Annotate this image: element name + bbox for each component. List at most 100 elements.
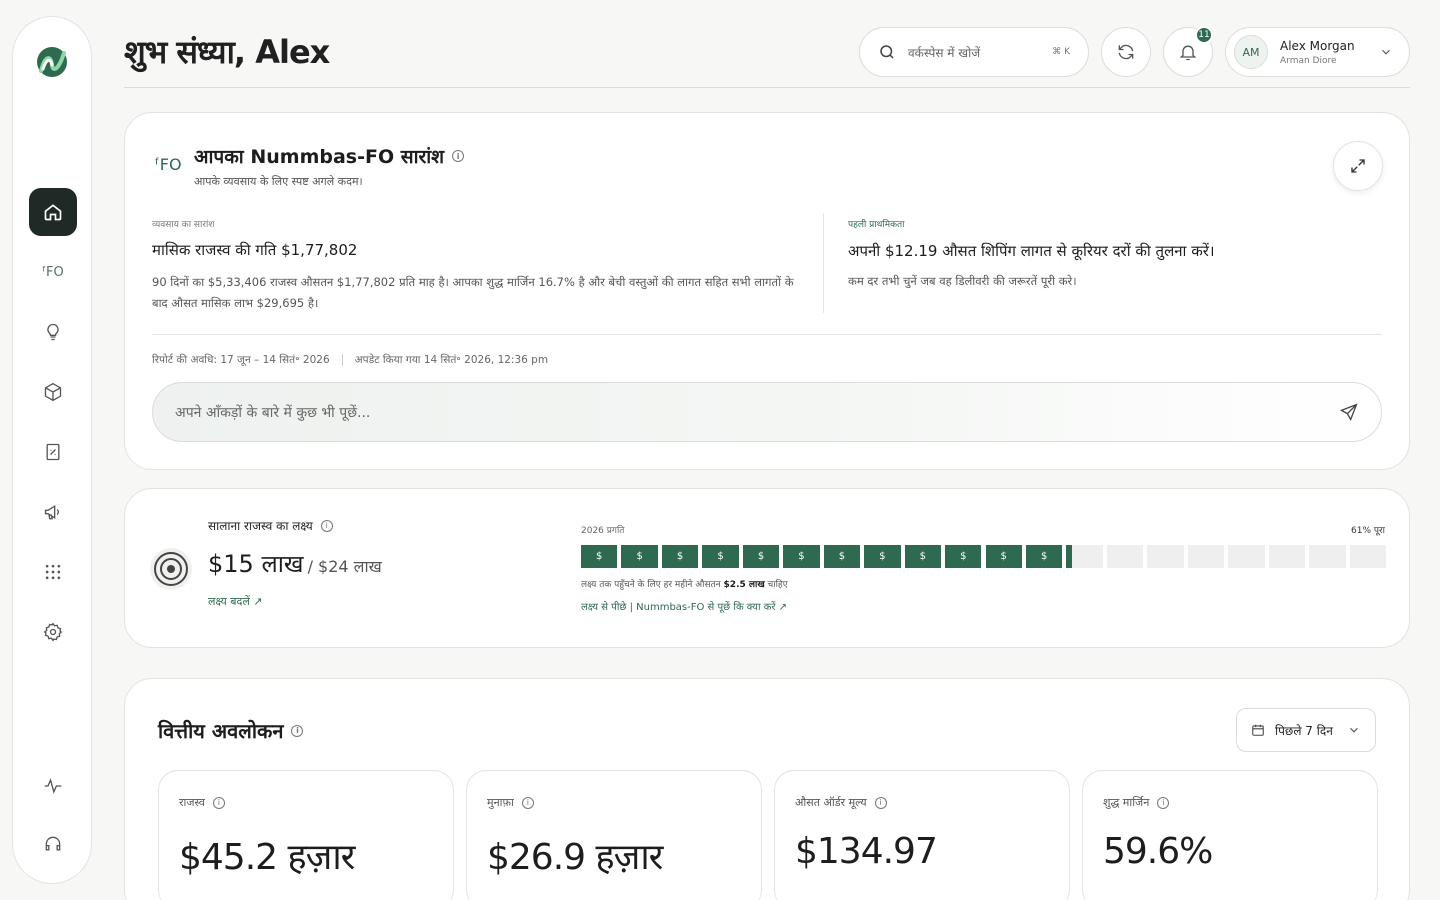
ask-fo-link[interactable]: लक्ष्य से पीछे | Nummbas-FO से पूछें कि … — [581, 599, 787, 613]
progress-note-prefix: लक्ष्य तक पहुँचने के लिए हर महीने औसतन — [581, 580, 724, 590]
kpi-value: $45.2 हज़ार — [179, 837, 355, 878]
sidebar-item-home[interactable] — [29, 188, 77, 236]
progress-percent: 61% पूरा — [1351, 526, 1385, 536]
kpi-card-profit[interactable]: मुनाफ़ा i $26.9 हज़ार — [466, 770, 762, 900]
user-org: Arman Diore — [1280, 55, 1337, 66]
search-box[interactable]: वर्कस्पेस में खोजें ⌘ K — [859, 27, 1089, 77]
expand-button[interactable] — [1333, 141, 1383, 191]
fo-icon: ᶠFO — [155, 155, 182, 174]
goal-progress-bar: $ $ $ $ $ $ $ $ $ $ $ $ — [581, 545, 1386, 568]
send-icon[interactable] — [1339, 402, 1359, 422]
chevron-down-icon — [1382, 49, 1390, 55]
business-summary-label: व्यवसाय का सारांश — [152, 220, 215, 230]
info-icon[interactable]: i — [320, 519, 333, 532]
meta-separator — [341, 354, 343, 366]
summary-divider — [152, 334, 1382, 335]
user-name: Alex Morgan — [1280, 38, 1355, 53]
kpi-card-net-margin[interactable]: शुद्ध मार्जिन i 59.6% — [1082, 770, 1378, 900]
notifications-button[interactable]: 11 — [1163, 26, 1213, 77]
sidebar-item-activity[interactable] — [29, 762, 77, 810]
info-icon[interactable]: i — [874, 796, 887, 809]
info-icon[interactable]: i — [212, 796, 225, 809]
progress-segment: $ — [783, 545, 820, 568]
ask-input[interactable]: अपने आँकड़ों के बारे में कुछ भी पूछें... — [152, 382, 1382, 442]
progress-segment — [1066, 545, 1103, 568]
progress-segment — [1268, 545, 1306, 568]
change-goal-link[interactable]: लक्ष्य बदलें ↗ — [208, 594, 263, 609]
sidebar-item-fo[interactable]: ᶠFO — [29, 248, 77, 296]
refresh-button[interactable] — [1101, 27, 1151, 77]
progress-segment: $ — [1025, 545, 1063, 568]
kpi-label: शुद्ध मार्जिन i — [1103, 795, 1170, 810]
progress-note-amount: $2.5 लाख — [723, 580, 765, 590]
progress-note: लक्ष्य तक पहुँचने के लिए हर महीने औसतन $… — [581, 577, 788, 590]
search-shortcut: ⌘ K — [1052, 47, 1070, 57]
progress-segment: $ — [581, 545, 618, 568]
progress-segment — [1309, 545, 1346, 568]
updated-timestamp: अपडेट किया गया 14 सितं॰ 2026, 12:36 pm — [354, 354, 549, 366]
business-summary-heading: मासिक राजस्व की गति $1,77,802 — [152, 241, 358, 259]
kpi-label-text: राजस्व — [179, 796, 205, 809]
progress-label: 2026 प्रगति — [581, 526, 625, 536]
notification-count-badge: 11 — [1195, 26, 1213, 44]
pulse-icon — [44, 778, 62, 794]
date-range-value: पिछले 7 दिन — [1275, 723, 1333, 738]
financial-title: वित्तीय अवलोकन i — [158, 717, 304, 744]
progress-segment — [1187, 545, 1225, 568]
user-menu[interactable]: AM Alex Morgan Arman Diore — [1225, 27, 1410, 77]
goal-current: $15 लाख — [208, 550, 304, 578]
home-icon — [44, 204, 62, 221]
kpi-label-text: औसत ऑर्डर मूल्य — [795, 796, 867, 809]
kpi-card-aov[interactable]: औसत ऑर्डर मूल्य i $134.97 — [774, 770, 1070, 900]
kpi-value: 59.6% — [1103, 831, 1213, 872]
summary-title: आपका Nummbas-FO सारांश i — [194, 143, 465, 169]
lightbulb-icon — [47, 323, 59, 341]
progress-segment: $ — [945, 545, 982, 568]
sidebar-item-apps[interactable] — [29, 548, 77, 596]
progress-segment — [1228, 545, 1265, 568]
kpi-card-revenue[interactable]: राजस्व i $45.2 हज़ार — [158, 770, 454, 900]
goal-label-text: सालाना राजस्व का लक्ष्य — [208, 519, 313, 533]
brand-logo-icon[interactable] — [33, 43, 71, 81]
info-icon[interactable]: i — [521, 796, 534, 809]
bell-icon — [1179, 45, 1197, 61]
search-input[interactable]: वर्कस्पेस में खोजें — [908, 44, 980, 61]
kpi-value: $134.97 — [795, 831, 938, 872]
refresh-icon — [1118, 44, 1134, 60]
avatar: AM — [1234, 35, 1268, 69]
priority-body: कम दर तभी चुनें जब वह डिलीवरी की जरूरतें… — [848, 274, 1077, 288]
expand-icon — [1351, 159, 1365, 173]
megaphone-icon — [44, 504, 59, 520]
sidebar-item-reports[interactable] — [29, 428, 77, 476]
sidebar-item-marketing[interactable] — [29, 488, 77, 536]
progress-note-suffix: चाहिए — [764, 580, 788, 590]
column-divider — [823, 213, 824, 313]
sidebar-item-settings[interactable] — [29, 608, 77, 656]
goal-label: सालाना राजस्व का लक्ष्य i — [208, 517, 333, 534]
financial-title-text: वित्तीय अवलोकन — [158, 719, 284, 743]
progress-segment: $ — [985, 545, 1022, 568]
report-meta: रिपोर्ट की अवधि: 17 जून – 14 सितं॰ 2026 … — [152, 353, 548, 367]
priority-heading: अपनी $12.19 औसत शिपिंग लागत से कूरियर दर… — [848, 242, 1215, 260]
target-icon — [150, 548, 192, 590]
info-icon[interactable]: i — [452, 150, 465, 162]
info-icon[interactable]: i — [291, 724, 304, 737]
search-icon — [880, 45, 894, 59]
info-icon[interactable]: i — [1157, 796, 1170, 809]
goal-target: / $24 लाख — [307, 557, 382, 576]
progress-segment: $ — [864, 545, 901, 568]
progress-segment — [1147, 545, 1184, 568]
kpi-label: मुनाफ़ा i — [487, 795, 534, 810]
sidebar-item-products[interactable] — [29, 368, 77, 416]
grid-icon — [45, 564, 61, 580]
goal-value: $15 लाख / $24 लाख — [208, 547, 382, 580]
date-range-select[interactable]: पिछले 7 दिन — [1236, 708, 1376, 752]
sidebar-item-support[interactable] — [29, 820, 77, 868]
sidebar: ᶠFO — [12, 16, 92, 884]
sidebar-item-insights[interactable] — [29, 308, 77, 356]
progress-segment: $ — [904, 545, 942, 568]
main-content: शुभ संध्या, Alex वर्कस्पेस में खोजें ⌘ K… — [124, 0, 1410, 900]
progress-segment — [1349, 545, 1386, 568]
business-summary-body: 90 दिनों का $5,33,406 राजस्व औसतन $1,77,… — [152, 275, 794, 310]
chevron-down-icon — [1350, 727, 1358, 733]
